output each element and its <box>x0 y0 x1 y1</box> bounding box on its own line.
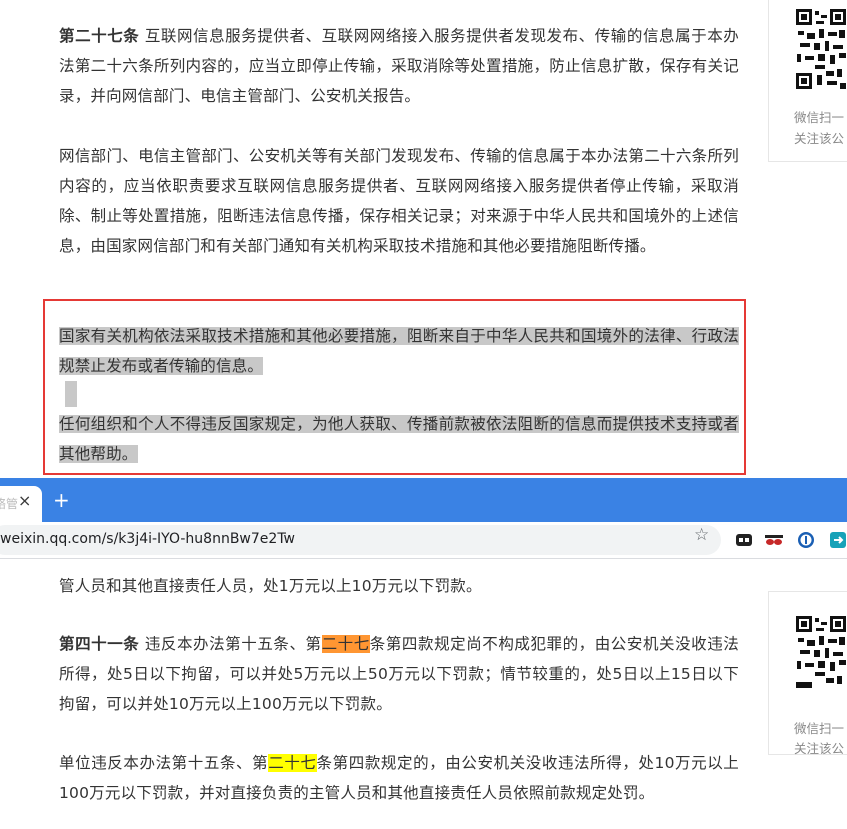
qr-card: 微信扫一 关注该公 <box>768 0 847 162</box>
article-heading: 第二十七条 <box>59 27 140 45</box>
find-match: 二十七 <box>268 754 317 772</box>
browser-tab[interactable]: 络管 × <box>0 486 42 522</box>
article-text: 单位违反本办法第十五条、第 <box>59 754 269 772</box>
article-heading: 第四十一条 <box>59 635 140 653</box>
close-icon[interactable]: × <box>18 491 31 510</box>
qr-code-icon <box>795 7 847 91</box>
qr-caption: 微信扫一 <box>794 721 845 736</box>
article-paragraph: 单位违反本办法第十五条、第二十七条第四款规定的，由公安机关没收违法所得，处10万… <box>59 748 739 808</box>
qr-card: 微信扫一 关注该公 <box>768 591 847 756</box>
qr-code-icon <box>795 600 847 688</box>
extension-info-icon[interactable] <box>797 531 815 549</box>
article-paragraph-41: 第四十一条 违反本办法第十五条、第二十七条第四款规定尚不构成犯罪的，由公安机关没… <box>59 629 739 719</box>
annotation-box <box>43 299 746 475</box>
extension-mask-icon[interactable] <box>765 531 783 549</box>
new-tab-button[interactable]: + <box>53 490 70 510</box>
article-paragraph: 网信部门、电信主管部门、公安机关等有关部门发现发布、传输的信息属于本办法第二十六… <box>59 147 739 255</box>
tab-title: 络管 <box>0 497 19 511</box>
extension-share-icon[interactable] <box>829 531 847 549</box>
article-paragraph-27: 第二十七条 互联网信息服务提供者、互联网网络接入服务提供者发现发布、传输的信息属… <box>59 21 739 111</box>
qr-caption: 关注该公 <box>794 741 845 756</box>
article-paragraph-partial: 管人员和其他直接责任人员，处1万元以上10万元以下罚款。 <box>59 577 482 595</box>
article-text: 互联网信息服务提供者、互联网网络接入服务提供者发现发布、传输的信息属于本办法第二… <box>59 27 739 105</box>
qr-caption: 关注该公 <box>794 131 845 146</box>
qr-caption: 微信扫一 <box>794 110 845 125</box>
find-match-current: 二十七 <box>321 635 370 653</box>
obscured-text <box>59 541 749 561</box>
browser-tab-bar: 络管 × + <box>0 478 847 522</box>
article-text: 违反本办法第十五条、第 <box>144 635 322 653</box>
